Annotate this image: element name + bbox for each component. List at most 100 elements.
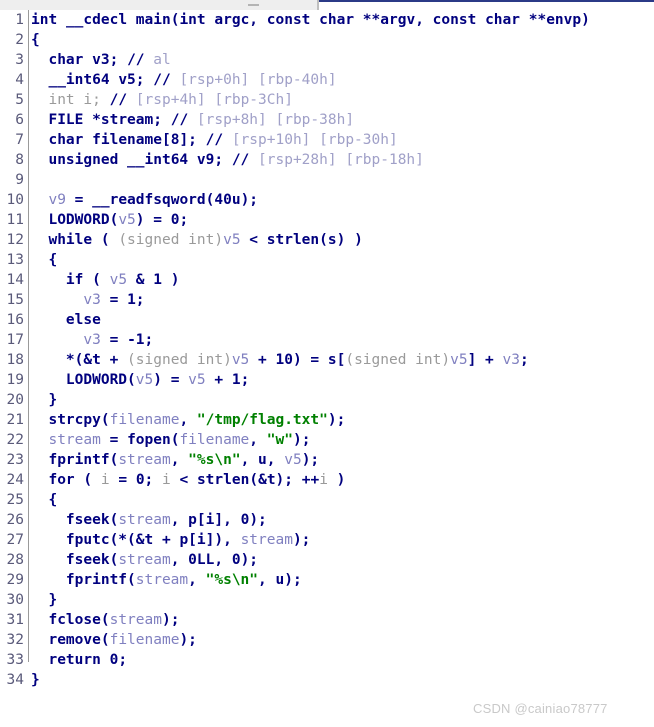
code-line[interactable]: 31 fclose(stream); xyxy=(0,610,654,630)
code-token: ; xyxy=(214,152,232,168)
code-line[interactable]: 9 xyxy=(0,170,654,190)
code-line-source: v9 = __readfsqword(40u); xyxy=(31,190,258,210)
code-token: -1 xyxy=(127,332,145,348)
code-token: char xyxy=(485,12,520,28)
code-line[interactable]: 29 fprintf(stream, "%s\n", u); xyxy=(0,570,654,590)
code-line[interactable]: 1 int __cdecl main(int argc, const char *… xyxy=(0,10,654,30)
code-line[interactable]: 3 char v3; // al xyxy=(0,50,654,70)
code-token: __int64 xyxy=(127,152,189,168)
code-token: ); xyxy=(301,452,320,468)
tab-left-inactive[interactable] xyxy=(0,0,318,10)
code-token: strlen xyxy=(266,232,320,248)
code-line[interactable]: 21 strcpy(filename, "/tmp/flag.txt"); xyxy=(0,410,654,430)
code-line[interactable]: 12 while ( (signed int)v5 < strlen(s) ) xyxy=(0,230,654,250)
code-line-source: v3 = -1; xyxy=(31,330,153,350)
code-line[interactable]: 26 fseek(stream, p[i], 0); xyxy=(0,510,654,530)
code-line[interactable]: 34} xyxy=(0,670,654,690)
code-line[interactable]: 18 *(&t + (signed int)v5 + 10) = s[(sign… xyxy=(0,350,654,370)
code-line[interactable]: 7 char filename[8]; // [rsp+10h] [rbp-30… xyxy=(0,130,654,150)
tab-mid-inactive[interactable] xyxy=(318,0,319,10)
code-line-source: LODWORD(v5) = 0; xyxy=(31,210,188,230)
code-token: [ xyxy=(188,532,197,548)
code-token: 1 xyxy=(127,292,136,308)
code-line[interactable]: 8 unsigned __int64 v9; // [rsp+28h] [rbp… xyxy=(0,150,654,170)
code-token: filename xyxy=(179,432,250,448)
code-token: { xyxy=(31,252,58,268)
code-line[interactable]: 24 for ( i = 0; i < strlen(&t); ++i ) xyxy=(0,470,654,490)
code-line-source: FILE *stream; // [rsp+8h] [rbp-38h] xyxy=(31,110,354,130)
code-token: ( xyxy=(100,612,110,628)
code-line[interactable]: 20 } xyxy=(0,390,654,410)
code-line[interactable]: 33 return 0; xyxy=(0,650,654,670)
code-line[interactable]: 28 fseek(stream, 0LL, 0); xyxy=(0,550,654,570)
code-line[interactable]: 16 else xyxy=(0,310,654,330)
code-token: ; xyxy=(179,212,189,228)
code-token: v5 xyxy=(188,372,206,388)
code-line[interactable]: 23 fprintf(stream, "%s\n", u, v5); xyxy=(0,450,654,470)
code-token: filename xyxy=(92,132,162,148)
line-number: 9 xyxy=(15,172,24,188)
pseudocode-editor[interactable]: 1 int __cdecl main(int argc, const char *… xyxy=(0,10,654,727)
code-line-source: int i; // [rsp+4h] [rbp-3Ch] xyxy=(31,90,292,110)
line-number: 3 xyxy=(15,52,24,68)
code-line[interactable]: 17 v3 = -1; xyxy=(0,330,654,350)
code-token: v3 xyxy=(83,292,101,308)
code-token: } xyxy=(31,592,58,608)
code-token: ( xyxy=(109,452,119,468)
code-line[interactable]: 27 fputc(*(&t + p[i]), stream); xyxy=(0,530,654,550)
code-token: i xyxy=(196,532,206,548)
code-line[interactable]: 15 v3 = 1; xyxy=(0,290,654,310)
line-number: 19 xyxy=(6,372,24,388)
code-token: for xyxy=(48,472,75,488)
code-line[interactable]: 2{ xyxy=(0,30,654,50)
code-line[interactable]: 19 LODWORD(v5) = v5 + 1; xyxy=(0,370,654,390)
code-line[interactable]: 32 remove(filename); xyxy=(0,630,654,650)
code-token: t xyxy=(266,472,276,488)
code-line[interactable]: 6 FILE *stream; // [rsp+8h] [rbp-38h] xyxy=(0,110,654,130)
code-line[interactable]: 30 } xyxy=(0,590,654,610)
code-line[interactable]: 13 { xyxy=(0,250,654,270)
tab-left-minimize-icon[interactable] xyxy=(248,4,259,6)
code-token: v5 xyxy=(284,452,302,468)
code-line[interactable]: 11 LODWORD(v5) = 0; xyxy=(0,210,654,230)
code-token: ( xyxy=(109,512,119,528)
line-number: 2 xyxy=(15,32,24,48)
code-token: stream xyxy=(118,452,171,468)
code-line[interactable]: 10 v9 = __readfsqword(40u); xyxy=(0,190,654,210)
code-line[interactable]: 25 { xyxy=(0,490,654,510)
code-token: fprintf xyxy=(65,572,128,588)
code-line[interactable]: 5 int i; // [rsp+4h] [rbp-3Ch] xyxy=(0,90,654,110)
code-line-source: fprintf(stream, "%s\n", u); xyxy=(31,570,302,590)
code-token: v9 xyxy=(48,192,66,208)
code-token: ); ++ xyxy=(275,472,320,488)
code-token: const xyxy=(432,12,477,28)
code-token: p xyxy=(188,512,197,528)
line-number: 11 xyxy=(6,212,24,228)
line-number: 22 xyxy=(6,432,24,448)
code-line-source: for ( i = 0; i < strlen(&t); ++i ) xyxy=(31,470,345,490)
code-token: 1 xyxy=(231,372,241,388)
code-token: return xyxy=(48,652,101,668)
code-line-source: char v3; // al xyxy=(31,50,170,70)
code-token: ; xyxy=(144,332,154,348)
line-number: 4 xyxy=(15,72,24,88)
code-token: [ xyxy=(196,512,206,528)
code-line-source: { xyxy=(31,30,40,50)
line-number: 14 xyxy=(6,272,24,288)
code-token: ; xyxy=(144,472,163,488)
code-line-source: fclose(stream); xyxy=(31,610,179,630)
tab-active-pseudocode[interactable] xyxy=(318,0,654,10)
code-token: + xyxy=(153,532,180,548)
code-token: ); xyxy=(292,432,311,448)
code-line[interactable]: 22 stream = fopen(filename, "w"); xyxy=(0,430,654,450)
code-token: , xyxy=(249,12,267,28)
code-token: int xyxy=(31,12,58,28)
code-line[interactable]: 14 if ( v5 & 1 ) xyxy=(0,270,654,290)
code-line-source: strcpy(filename, "/tmp/flag.txt"); xyxy=(31,410,345,430)
code-line[interactable]: 4 __int64 v5; // [rsp+0h] [rbp-40h] xyxy=(0,70,654,90)
